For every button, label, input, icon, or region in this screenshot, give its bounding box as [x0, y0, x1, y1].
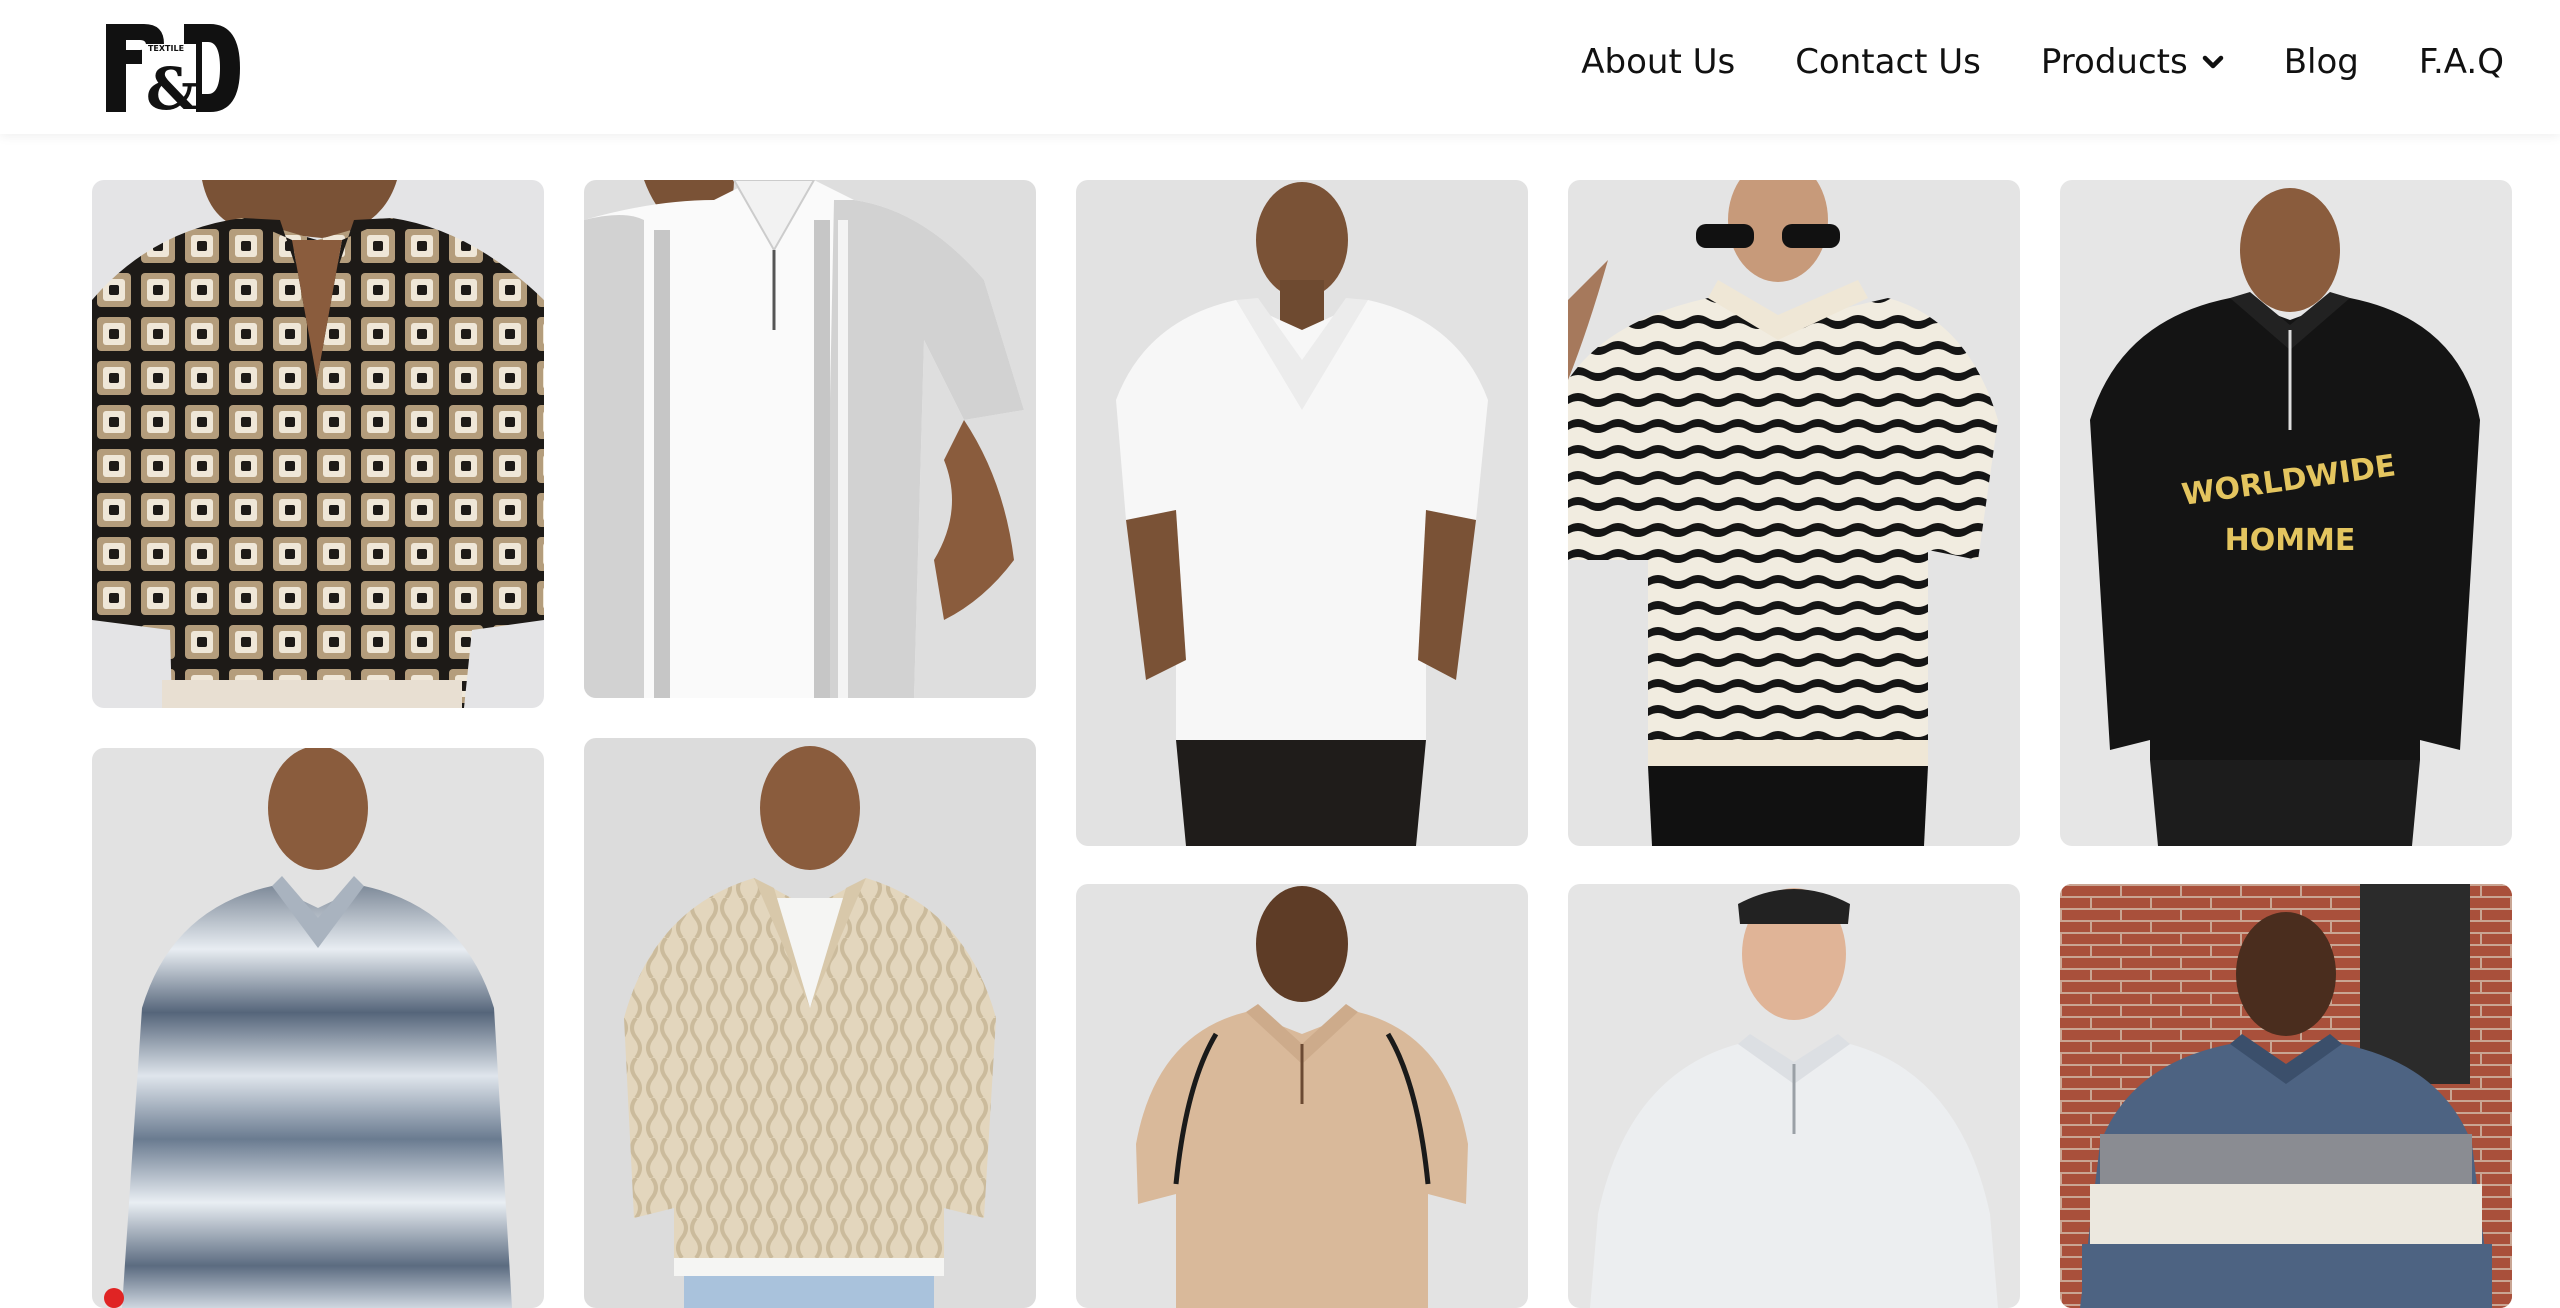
notification-dot	[104, 1288, 124, 1308]
nav-contact-us-label: Contact Us	[1795, 42, 1981, 82]
main-nav: About Us Contact Us Products Blog F.A.Q	[1521, 0, 2504, 124]
product-image-tan-zip-polo[interactable]	[1076, 884, 1528, 1308]
product-image-ombre-polo[interactable]	[92, 748, 544, 1308]
product-image-worldwide-sweatshirt[interactable]: WORLDWIDE HOMME	[2060, 180, 2512, 846]
nav-about-us-label: About Us	[1581, 42, 1736, 82]
product-image-rugby-polo[interactable]	[2060, 884, 2512, 1308]
site-header: TEXTILE & About Us Contact Us Products B…	[0, 0, 2560, 134]
product-image-grey-zip-polo[interactable]	[1568, 884, 2020, 1308]
nav-faq[interactable]: F.A.Q	[2419, 42, 2504, 82]
product-image-crochet-polo[interactable]	[92, 180, 544, 708]
nav-faq-label: F.A.Q	[2418, 42, 2504, 82]
product-image-striped-polo[interactable]	[584, 180, 1036, 698]
svg-text:&: &	[146, 55, 198, 116]
svg-text:TEXTILE: TEXTILE	[148, 44, 184, 53]
nav-about-us[interactable]: About Us	[1581, 42, 1735, 82]
product-image-cable-knit-polo[interactable]	[584, 738, 1036, 1308]
chevron-down-icon	[2202, 55, 2223, 69]
product-image-striped-knit-polo[interactable]	[1568, 180, 2020, 846]
svg-text:HOMME: HOMME	[2225, 523, 2356, 558]
nav-products-dropdown[interactable]: Products	[2041, 42, 2224, 82]
product-image-white-polo[interactable]	[1076, 180, 1528, 846]
nav-blog-label: Blog	[2283, 42, 2359, 82]
nav-contact-us[interactable]: Contact Us	[1795, 42, 1981, 82]
brand-logo[interactable]: TEXTILE &	[100, 20, 248, 116]
product-gallery: WORLDWIDE HOMME	[0, 0, 2560, 1308]
nav-blog[interactable]: Blog	[2284, 42, 2359, 82]
logo-image: TEXTILE &	[106, 24, 240, 116]
nav-products-label: Products	[2040, 42, 2188, 82]
